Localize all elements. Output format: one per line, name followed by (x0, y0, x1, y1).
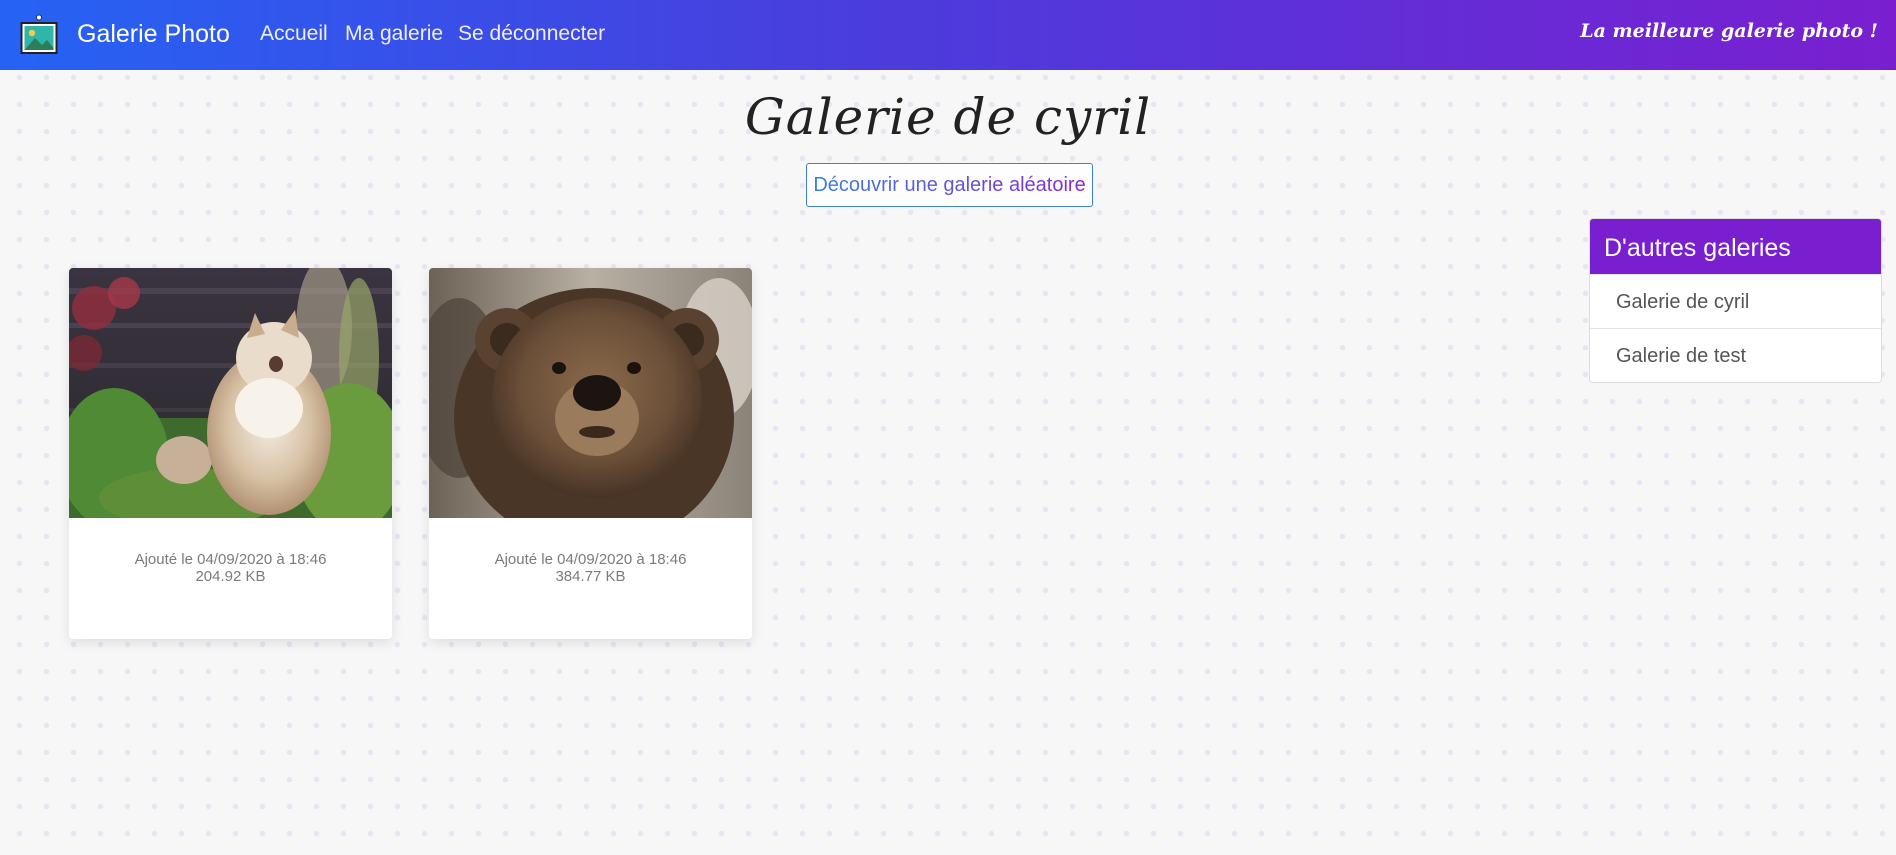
photo-meta: Ajouté le 04/09/2020 à 18:46 384.77 KB (429, 551, 752, 585)
gallery-logo-icon[interactable] (20, 14, 58, 54)
random-gallery-button[interactable]: Découvrir une galerie aléatoire (806, 163, 1093, 207)
gallery-link-cyril[interactable]: Galerie de cyril (1590, 274, 1881, 328)
top-navbar: Galerie Photo Accueil Ma galerie Se déco… (0, 0, 1896, 70)
other-galleries-title: D'autres galeries (1590, 219, 1881, 274)
photo-card[interactable]: Ajouté le 04/09/2020 à 18:46 204.92 KB (69, 268, 392, 639)
gallery-link-test[interactable]: Galerie de test (1590, 328, 1881, 382)
photo-card[interactable]: Ajouté le 04/09/2020 à 18:46 384.77 KB (429, 268, 752, 639)
random-gallery-button-label: Découvrir une galerie aléatoire (813, 173, 1086, 196)
photo-date: Ajouté le 04/09/2020 à 18:46 (134, 551, 327, 568)
page-title: Galerie de cyril (744, 88, 1152, 146)
site-tagline: La meilleure galerie photo ! (1580, 20, 1878, 42)
brand-name-link[interactable]: Galerie Photo (77, 20, 230, 49)
nav-link-home[interactable]: Accueil (260, 22, 328, 46)
photo-size: 204.92 KB (195, 568, 266, 585)
other-galleries-panel: D'autres galeries Galerie de cyril Galer… (1589, 218, 1882, 383)
cat-photo[interactable] (69, 268, 392, 518)
nav-link-logout[interactable]: Se déconnecter (458, 22, 605, 46)
photo-meta: Ajouté le 04/09/2020 à 18:46 204.92 KB (69, 551, 392, 585)
photo-date: Ajouté le 04/09/2020 à 18:46 (494, 551, 687, 568)
nav-link-my-gallery[interactable]: Ma galerie (345, 22, 443, 46)
bear-photo[interactable] (429, 268, 752, 518)
photo-size: 384.77 KB (555, 568, 626, 585)
